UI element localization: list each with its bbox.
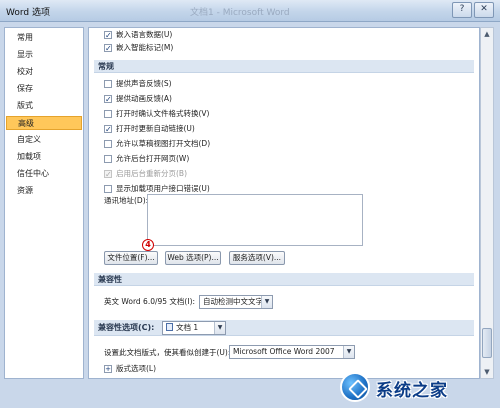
option-label: 打开时确认文件格式转换(V) [116,109,210,118]
watermark: 系统之家 [340,368,498,406]
vertical-scrollbar[interactable]: ▲ ▼ [480,27,494,379]
sidebar-item-customize[interactable]: 自定义 [6,133,82,147]
checkbox[interactable]: ✓ [104,31,112,40]
select-value: Microsoft Office Word 2007 [233,347,335,356]
sidebar-item-general[interactable]: 常用 [6,31,82,45]
layout-creator-select[interactable]: Microsoft Office Word 2007 ▼ [229,345,355,359]
option-label: 允许以草稿视图打开文档(D) [116,139,211,148]
document-icon [166,323,173,331]
expander-label: 版式选项(L) [116,364,157,373]
checkbox[interactable] [104,185,112,193]
checkbox[interactable] [104,80,112,88]
option-label: 嵌入智能标记(M) [116,43,174,52]
layout-creator-label: 设置此文档版式，使其看似创建于(U): [104,348,231,357]
sidebar-item-proofing[interactable]: 校对 [6,65,82,79]
section-header-compat-options: 兼容性选项(C): [94,320,474,336]
expand-icon[interactable]: + [104,365,112,373]
option-label: 启用后台重新分页(B) [116,169,187,178]
chevron-down-icon: ▼ [343,346,354,358]
select-value: 文档 1 [176,323,199,332]
sidebar-item-layout[interactable]: 版式 [6,99,82,113]
mailing-address-input[interactable] [147,194,363,246]
sidebar-item-display[interactable]: 显示 [6,48,82,62]
step-marker: 4 [142,239,154,251]
help-button[interactable]: ? [452,2,472,18]
compat-options-label: 兼容性选项(C): [98,323,155,332]
word6-docs-select[interactable]: 自动检测中文文字 ▼ [199,295,273,309]
section-header-general: 常规 [94,60,474,73]
option-label: 嵌入语言数据(U) [116,30,173,39]
close-button[interactable]: ✕ [474,2,494,18]
watermark-logo-icon [340,372,370,402]
checkbox[interactable] [104,155,112,163]
file-locations-button[interactable]: 文件位置(F)... [104,251,158,265]
mailing-address-label: 通讯地址(D): [104,196,149,205]
checkbox[interactable] [104,110,112,118]
checkbox[interactable]: ✓ [104,95,112,104]
watermark-text: 系统之家 [376,381,448,401]
sidebar-item-advanced[interactable]: 高级 [6,116,82,130]
sidebar: 常用 显示 校对 保存 版式 高级 自定义 加载项 信任中心 资源 [4,27,84,379]
sidebar-item-resources[interactable]: 资源 [6,184,82,198]
checkbox[interactable]: ✓ [104,125,112,134]
sidebar-item-addins[interactable]: 加载项 [6,150,82,164]
scroll-up-arrow-icon[interactable]: ▲ [481,28,493,40]
window-title: Word 选项 [6,8,50,18]
option-label: 显示加载项用户接口错误(U) [116,184,210,193]
option-label: 提供动画反馈(A) [116,94,172,103]
title-bar: Word 选项 文档1 - Microsoft Word ? ✕ [0,0,500,22]
document-select[interactable]: 文档 1 ▼ [162,321,226,335]
background-window-title: 文档1 - Microsoft Word [190,8,290,18]
option-label: 提供声音反馈(S) [116,79,172,88]
select-value: 自动检测中文文字 [203,297,263,306]
option-label: 打开时更新自动链接(U) [116,124,195,133]
checkbox[interactable] [104,140,112,148]
chevron-down-icon: ▼ [214,322,225,334]
scrollbar-thumb[interactable] [482,328,492,358]
option-label: 允许后台打开网页(W) [116,154,190,163]
word6-docs-label: 英文 Word 6.0/95 文档(I): [104,297,196,306]
checkbox-disabled: ✓ [104,170,112,179]
sidebar-item-save[interactable]: 保存 [6,82,82,96]
sidebar-item-trust-center[interactable]: 信任中心 [6,167,82,181]
chevron-down-icon: ▼ [261,296,272,308]
options-pane: ✓ 嵌入语言数据(U) ✓ 嵌入智能标记(M) 常规 提供声音反馈(S) ✓ 提… [88,27,480,379]
checkbox[interactable]: ✓ [104,44,112,53]
service-options-button[interactable]: 服务选项(V)... [229,251,285,265]
web-options-button[interactable]: Web 选项(P)... [165,251,221,265]
section-header-compatibility: 兼容性 [94,273,474,286]
